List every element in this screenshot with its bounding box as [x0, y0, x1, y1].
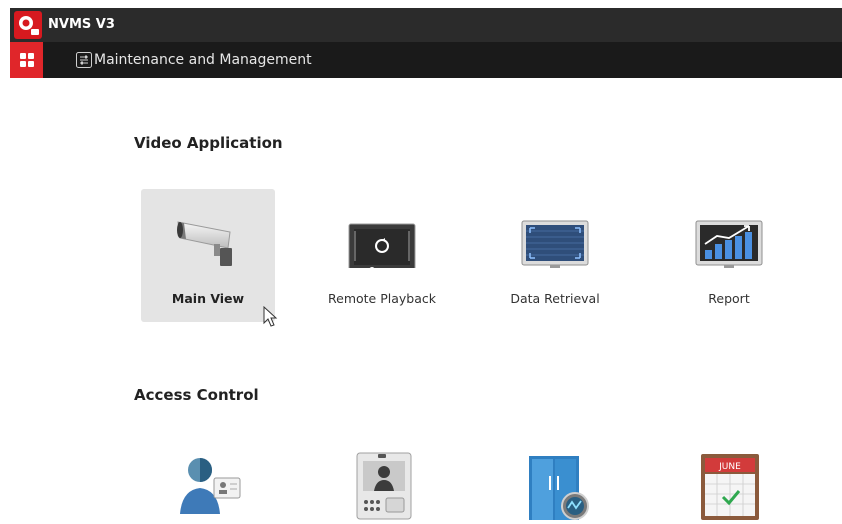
calendar-icon: JUNE [701, 454, 759, 520]
playback-icon [348, 223, 416, 268]
tile-report[interactable]: Report [662, 189, 796, 322]
grid-icon [19, 53, 34, 67]
tile-label: Remote Playback [328, 291, 436, 306]
tile-access-door[interactable] [523, 452, 591, 520]
report-chart-icon [695, 220, 763, 268]
tile-person-management[interactable] [174, 452, 242, 520]
tile-label: Main View [171, 291, 245, 306]
camera-icon [177, 221, 232, 266]
app-logo-icon [14, 11, 42, 39]
section-title-video-application: Video Application [134, 134, 283, 152]
mouse-cursor-icon [263, 306, 278, 327]
menu-bar: Maintenance and Management [10, 42, 842, 78]
tile-main-view[interactable]: Main View [141, 189, 275, 322]
tab-label: Maintenance and Management [94, 52, 312, 68]
calendar-month-label: JUNE [718, 462, 741, 472]
settings-panel-icon [76, 52, 92, 68]
person-card-icon [180, 458, 241, 514]
app-title: NVMS V3 [48, 17, 115, 32]
title-bar: NVMS V3 [10, 8, 842, 42]
section-title-access-control: Access Control [134, 386, 259, 404]
door-icon [529, 456, 589, 520]
tile-schedule-calendar[interactable]: JUNE [697, 452, 765, 520]
tile-video-intercom[interactable] [350, 452, 418, 520]
tile-label: Data Retrieval [510, 291, 600, 306]
tab-maintenance-and-management[interactable]: Maintenance and Management [72, 42, 312, 78]
tile-data-retrieval[interactable]: Data Retrieval [488, 189, 622, 322]
tile-remote-playback[interactable]: Remote Playback [315, 189, 449, 322]
data-retrieval-icon [521, 220, 589, 268]
window-frame-left [0, 0, 10, 523]
home-button[interactable] [10, 42, 43, 78]
video-intercom-icon [356, 452, 412, 520]
tile-label: Report [708, 291, 750, 306]
